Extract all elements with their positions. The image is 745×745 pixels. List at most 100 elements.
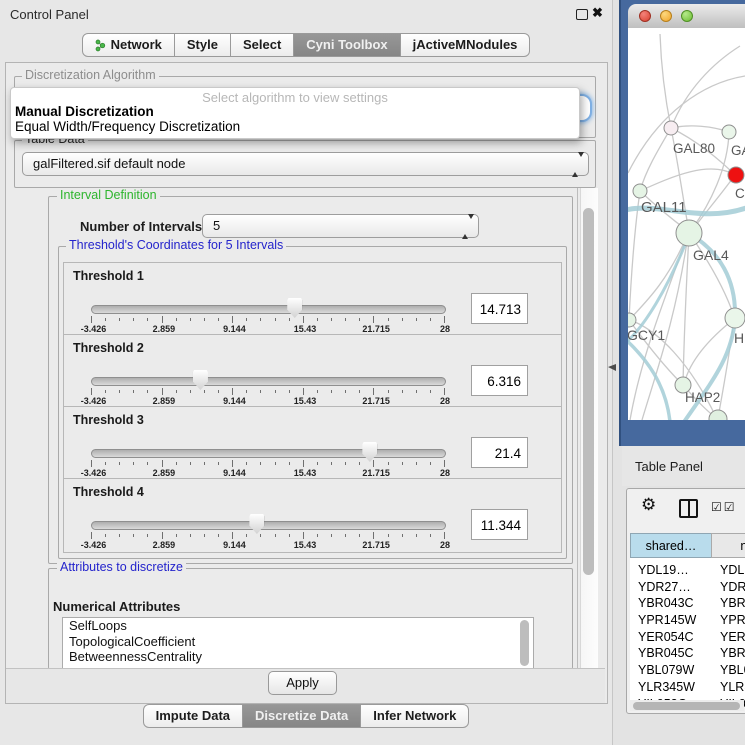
zoom-traffic-light-icon[interactable] — [681, 10, 693, 22]
tab-impute-data[interactable]: Impute Data — [143, 704, 243, 728]
cell-shared-name[interactable]: YDL19… — [630, 562, 712, 579]
column-header-shared[interactable]: shared… — [630, 533, 712, 558]
network-edge[interactable] — [640, 169, 735, 191]
slider-thumb[interactable] — [249, 514, 264, 534]
cell-name[interactable]: YER0 — [712, 629, 745, 646]
table-row[interactable]: YPR145WYPR1 — [630, 612, 745, 629]
horizontal-scrollbar-thumb[interactable] — [633, 702, 740, 710]
minimize-traffic-light-icon[interactable] — [660, 10, 672, 22]
slider-track[interactable] — [91, 377, 446, 386]
threshold-value-field[interactable]: 11.344 — [471, 509, 528, 540]
cell-shared-name[interactable]: YBR045C — [630, 645, 712, 662]
tick-label: 2.859 — [153, 468, 176, 478]
cell-name[interactable]: YPR1 — [712, 612, 745, 629]
cell-name[interactable]: YBR0 — [712, 595, 745, 612]
slider-tick — [388, 390, 389, 393]
network-edge[interactable] — [683, 234, 689, 384]
network-edge[interactable] — [671, 46, 740, 128]
table-row[interactable]: YBR043CYBR0 — [630, 595, 745, 612]
close-traffic-light-icon[interactable] — [639, 10, 651, 22]
node-table[interactable]: shared… name YDL19…YDL1YDR27…YDR2YBR043C… — [630, 533, 745, 708]
network-node-label: H — [734, 330, 744, 346]
cell-name[interactable]: YLR3 — [712, 679, 745, 696]
cell-shared-name[interactable]: YER054C — [630, 629, 712, 646]
table-row[interactable]: YBL079WYBL0 — [630, 662, 745, 679]
cell-shared-name[interactable]: YPR145W — [630, 612, 712, 629]
attribute-list-item[interactable]: TopologicalCoefficient — [63, 634, 533, 650]
tab-select[interactable]: Select — [230, 33, 294, 57]
table-row[interactable]: YBR045CYBR0 — [630, 645, 745, 662]
network-node[interactable] — [664, 121, 678, 135]
threshold-value-field[interactable]: 14.713 — [471, 293, 528, 324]
slider-tick — [359, 390, 360, 393]
cell-name[interactable]: YDL1 — [712, 562, 745, 579]
slider-track[interactable] — [91, 521, 446, 530]
network-node[interactable] — [722, 125, 736, 139]
cell-shared-name[interactable]: YBL079W — [630, 662, 712, 679]
checkbox-icons[interactable]: ☑☑ — [711, 500, 737, 514]
tab-jactivemnodules[interactable]: jActiveMNodules — [400, 33, 531, 57]
table-row[interactable]: YER054CYER0 — [630, 629, 745, 646]
tab-cyni-toolbox[interactable]: Cyni Toolbox — [293, 33, 400, 57]
tab-infer-network[interactable]: Infer Network — [360, 704, 469, 728]
slider-thumb[interactable] — [287, 298, 302, 318]
slider-tick — [176, 390, 177, 393]
network-edge[interactable] — [671, 126, 729, 132]
table-row[interactable]: YLR345WYLR3 — [630, 679, 745, 696]
column-header-name[interactable]: name — [711, 533, 745, 558]
network-node[interactable] — [709, 410, 727, 420]
tick-label: 15.43 — [294, 468, 317, 478]
slider-thumb[interactable] — [362, 442, 377, 462]
attribute-list-item[interactable]: BetweennessCentrality — [63, 649, 533, 665]
tab-discretize-data[interactable]: Discretize Data — [242, 704, 361, 728]
slider-track[interactable] — [91, 449, 446, 458]
network-edge[interactable] — [660, 34, 671, 128]
float-window-icon[interactable] — [576, 9, 588, 20]
network-edge[interactable] — [628, 76, 745, 173]
number-of-intervals-combobox[interactable]: 5 — [202, 214, 479, 238]
cell-name[interactable]: YBL0 — [712, 662, 745, 679]
split-columns-icon[interactable] — [679, 499, 698, 518]
table-data-combobox[interactable]: galFiltered.sif default node — [22, 152, 589, 176]
cell-shared-name[interactable]: YBR043C — [630, 595, 712, 612]
slider-tick — [289, 390, 290, 393]
slider-track[interactable] — [91, 305, 446, 314]
network-canvas[interactable]: GAL80GACGAL11GAL4GCY1HHAP2 — [628, 28, 745, 420]
cell-shared-name[interactable]: YDR27… — [630, 579, 712, 596]
network-edge[interactable] — [640, 128, 671, 191]
table-row[interactable]: YDR27…YDR2 — [630, 579, 745, 596]
numerical-attributes-list[interactable]: SelfLoopsTopologicalCoefficientBetweenne… — [62, 617, 534, 670]
tick-label: 15.43 — [294, 396, 317, 406]
slider-ticks — [91, 460, 444, 468]
network-node[interactable] — [633, 184, 647, 198]
network-node[interactable] — [725, 308, 745, 328]
threshold-value-field[interactable]: 21.4 — [471, 437, 528, 468]
slider-tick — [331, 462, 332, 465]
threshold-row: Threshold 3 -3.4262.8599.14415.4321.7152… — [63, 406, 562, 481]
gear-icon[interactable]: ⚙ — [641, 495, 656, 515]
network-edge[interactable] — [629, 234, 688, 320]
cell-name[interactable]: YBR0 — [712, 645, 745, 662]
slider-tick — [147, 462, 148, 465]
tab-network[interactable]: Network — [82, 33, 175, 57]
menu-item-equal-width-frequency[interactable]: Equal Width/Frequency Discretization — [15, 119, 240, 134]
network-node[interactable] — [728, 167, 744, 183]
apply-button[interactable]: Apply — [268, 671, 337, 695]
threshold-value-field[interactable]: 6.316 — [471, 365, 528, 396]
menu-item-manual-discretization[interactable]: Manual Discretization — [15, 104, 154, 119]
attribute-list-item[interactable]: SelfLoops — [63, 618, 533, 634]
slider-thumb[interactable] — [193, 370, 208, 390]
slider-tick — [232, 316, 233, 323]
cell-name[interactable]: YDR2 — [712, 579, 745, 596]
slider-tick — [416, 462, 417, 465]
network-node-label: GAL11 — [641, 199, 687, 216]
slider-tick — [190, 390, 191, 393]
table-row[interactable]: YDL19…YDL1 — [630, 562, 745, 579]
network-node[interactable] — [628, 313, 636, 327]
cell-shared-name[interactable]: YLR345W — [630, 679, 712, 696]
list-scrollbar-thumb[interactable] — [520, 620, 529, 666]
vertical-scrollbar-thumb[interactable] — [583, 208, 594, 575]
tab-style[interactable]: Style — [174, 33, 231, 57]
close-icon[interactable]: ✖ — [592, 5, 603, 21]
network-node[interactable] — [676, 220, 702, 246]
